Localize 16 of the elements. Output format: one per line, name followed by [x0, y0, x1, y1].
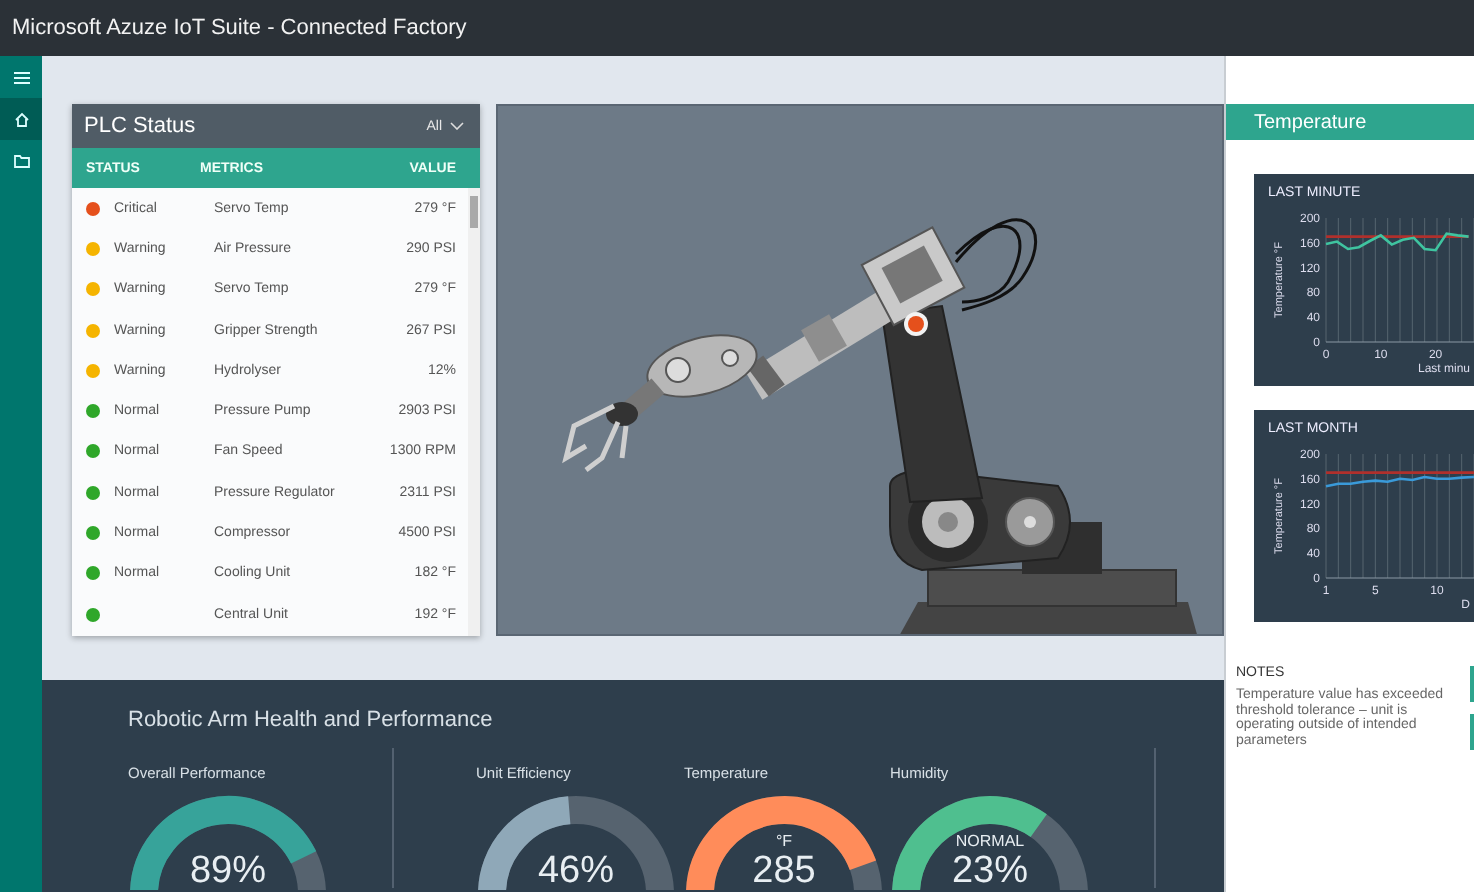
- home-icon: [13, 111, 29, 127]
- section-title: Robotic Arm Health and Performance: [128, 708, 495, 732]
- gauge-value: 46%: [537, 852, 615, 890]
- gauge-value: 285: [752, 852, 816, 890]
- home-button[interactable]: [0, 98, 42, 140]
- card-title: PLC Status: [84, 114, 196, 138]
- panel-title: Temperature: [1254, 111, 1367, 133]
- gauge-value: 89%: [189, 852, 267, 890]
- scrollbar[interactable]: [468, 188, 480, 636]
- folder-icon: [13, 154, 29, 168]
- gauge-status: NORMAL: [955, 834, 1025, 850]
- menu-icon: [13, 71, 29, 83]
- window-title: Microsoft Azuze IoT Suite - Connected Factory: [12, 16, 467, 40]
- gauge-value: 23%: [951, 852, 1029, 890]
- chevron-down-icon[interactable]: [450, 122, 464, 130]
- gauge-unit: °F: [775, 834, 793, 850]
